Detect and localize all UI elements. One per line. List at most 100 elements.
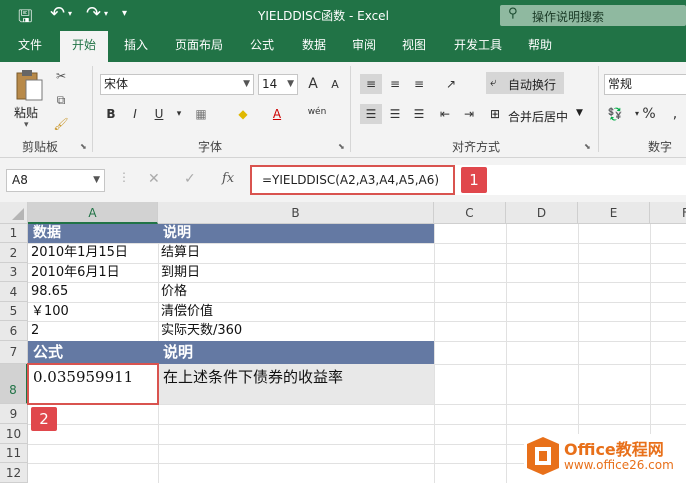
tab-developer[interactable]: 开发工具	[444, 31, 512, 62]
align-top-icon[interactable]: ≡	[360, 74, 382, 94]
tell-me-search[interactable]: ⚲ 操作说明搜索	[500, 5, 686, 26]
paste-icon[interactable]	[14, 68, 44, 102]
tab-view[interactable]: 视图	[390, 31, 438, 62]
row-header-7[interactable]: 7	[0, 341, 28, 364]
merge-center-button[interactable]: ⊞ 合并后居中 ▼	[486, 104, 590, 126]
bold-button[interactable]: B	[100, 104, 122, 124]
copy-icon[interactable]: ⧉	[50, 90, 72, 110]
cell-b1[interactable]: 说明	[160, 224, 432, 243]
resize-handle-icon[interactable]: ⋮	[118, 170, 130, 184]
font-name-combo[interactable]: 宋体 ▼	[100, 74, 254, 95]
formula-input-area[interactable]: =YIELDDISC(A2,A3,A4,A5,A6) 1	[250, 165, 686, 195]
save-icon[interactable]: 🖫	[18, 4, 32, 33]
number-format-combo[interactable]: 常规	[604, 74, 686, 95]
select-all-corner[interactable]	[0, 202, 28, 224]
tab-data[interactable]: 数据	[290, 31, 338, 62]
cell-a5[interactable]: ￥100	[28, 302, 158, 321]
align-center-icon[interactable]: ☰	[384, 104, 406, 124]
cell-a6[interactable]: 2	[28, 321, 158, 341]
cancel-icon[interactable]: ✕	[148, 171, 160, 187]
column-header-d[interactable]: D	[506, 202, 578, 224]
orientation-icon[interactable]: ↗	[440, 74, 462, 94]
formula-input[interactable]: =YIELDDISC(A2,A3,A4,A5,A6)	[250, 165, 455, 195]
redo-icon[interactable]: ↷	[86, 3, 101, 24]
shrink-font-icon[interactable]: A	[324, 75, 346, 95]
grow-font-icon[interactable]: A	[302, 74, 324, 94]
clipboard-launcher-icon[interactable]: ⬊	[80, 142, 87, 151]
row-header-6[interactable]: 6	[0, 321, 28, 341]
name-box[interactable]: A8 ▼	[6, 169, 105, 192]
format-painter-icon[interactable]: 🖌	[50, 114, 72, 134]
font-color-icon[interactable]: A	[266, 104, 288, 124]
cell-b2[interactable]: 结算日	[158, 243, 434, 263]
enter-icon[interactable]: ✓	[184, 171, 196, 187]
row-header-9[interactable]: 9	[0, 404, 28, 424]
row-header-5[interactable]: 5	[0, 302, 28, 321]
clipboard-group-label: 剪贴板	[21, 140, 58, 154]
cell-a1[interactable]: 数据	[30, 224, 156, 243]
tab-insert[interactable]: 插入	[112, 31, 160, 62]
font-launcher-icon[interactable]: ⬊	[338, 142, 345, 151]
currency-icon[interactable]: 💱	[604, 104, 626, 124]
row-header-8[interactable]: 8	[0, 364, 28, 404]
tab-review[interactable]: 审阅	[340, 31, 388, 62]
align-middle-icon[interactable]: ≡	[384, 74, 406, 94]
insert-function-icon[interactable]: fx	[222, 171, 234, 186]
font-name-value: 宋体	[104, 77, 129, 91]
column-header-f[interactable]: F	[650, 202, 686, 224]
tab-formulas[interactable]: 公式	[238, 31, 286, 62]
cell-b7[interactable]: 说明	[160, 341, 432, 364]
cell-b4[interactable]: 价格	[158, 282, 434, 302]
cut-icon[interactable]: ✂	[50, 66, 72, 86]
undo-dropdown-icon[interactable]: ▾	[68, 9, 72, 18]
phonetic-icon[interactable]: wén	[306, 102, 328, 122]
percent-button[interactable]: %	[638, 104, 660, 124]
row-header-10[interactable]: 10	[0, 424, 28, 444]
cell-b6[interactable]: 实际天数/360	[158, 321, 434, 341]
align-right-icon[interactable]: ☰	[408, 104, 430, 124]
increase-indent-icon[interactable]: ⇥	[458, 104, 480, 124]
row-header-4[interactable]: 4	[0, 282, 28, 302]
comma-style-icon[interactable]: ,	[664, 104, 686, 124]
cell-b5[interactable]: 清偿价值	[158, 302, 434, 321]
cell-b8[interactable]: 在上述条件下债券的收益率	[160, 364, 432, 390]
row-header-3[interactable]: 3	[0, 263, 28, 282]
cell-a3[interactable]: 2010年6月1日	[28, 263, 158, 282]
underline-button[interactable]: U	[148, 104, 170, 124]
separator	[92, 66, 93, 152]
column-header-e[interactable]: E	[578, 202, 650, 224]
cell-a7[interactable]: 公式	[30, 341, 156, 364]
chevron-down-icon: ▼	[93, 175, 100, 185]
column-header-b[interactable]: B	[158, 202, 434, 224]
row-header-2[interactable]: 2	[0, 243, 28, 263]
paste-label[interactable]: 粘贴	[14, 104, 38, 121]
paste-dropdown-icon[interactable]: ▾	[24, 120, 29, 130]
tab-help[interactable]: 帮助	[516, 31, 564, 62]
row-header-11[interactable]: 11	[0, 444, 28, 463]
italic-button[interactable]: I	[124, 104, 146, 124]
tab-home[interactable]: 开始	[60, 31, 108, 62]
undo-icon[interactable]: ↶	[50, 3, 65, 24]
decrease-indent-icon[interactable]: ⇤	[434, 104, 456, 124]
cell-a4[interactable]: 98.65	[28, 282, 158, 302]
font-size-combo[interactable]: 14 ▼	[258, 74, 298, 95]
customize-qat-icon[interactable]: ▾	[122, 8, 127, 19]
cell-a2[interactable]: 2010年1月15日	[28, 243, 158, 263]
column-header-a[interactable]: A	[28, 202, 158, 224]
cell-b3[interactable]: 到期日	[158, 263, 434, 282]
tab-file[interactable]: 文件	[6, 31, 54, 62]
underline-dropdown-icon[interactable]: ▾	[168, 104, 190, 124]
align-left-icon[interactable]: ☰	[360, 104, 382, 124]
row-header-12[interactable]: 12	[0, 463, 28, 483]
tab-page-layout[interactable]: 页面布局	[166, 31, 232, 62]
borders-icon[interactable]: ▦	[190, 104, 212, 124]
alignment-launcher-icon[interactable]: ⬊	[584, 142, 591, 151]
fill-color-icon[interactable]: ◆	[232, 104, 254, 124]
column-header-c[interactable]: C	[434, 202, 506, 224]
row-header-1[interactable]: 1	[0, 224, 28, 243]
align-bottom-icon[interactable]: ≡	[408, 74, 430, 94]
wrap-text-button[interactable]: ⤶ 自动换行	[486, 72, 564, 94]
name-box-value: A8	[12, 173, 28, 187]
redo-dropdown-icon[interactable]: ▾	[104, 9, 108, 18]
search-placeholder: 操作说明搜索	[532, 10, 605, 24]
